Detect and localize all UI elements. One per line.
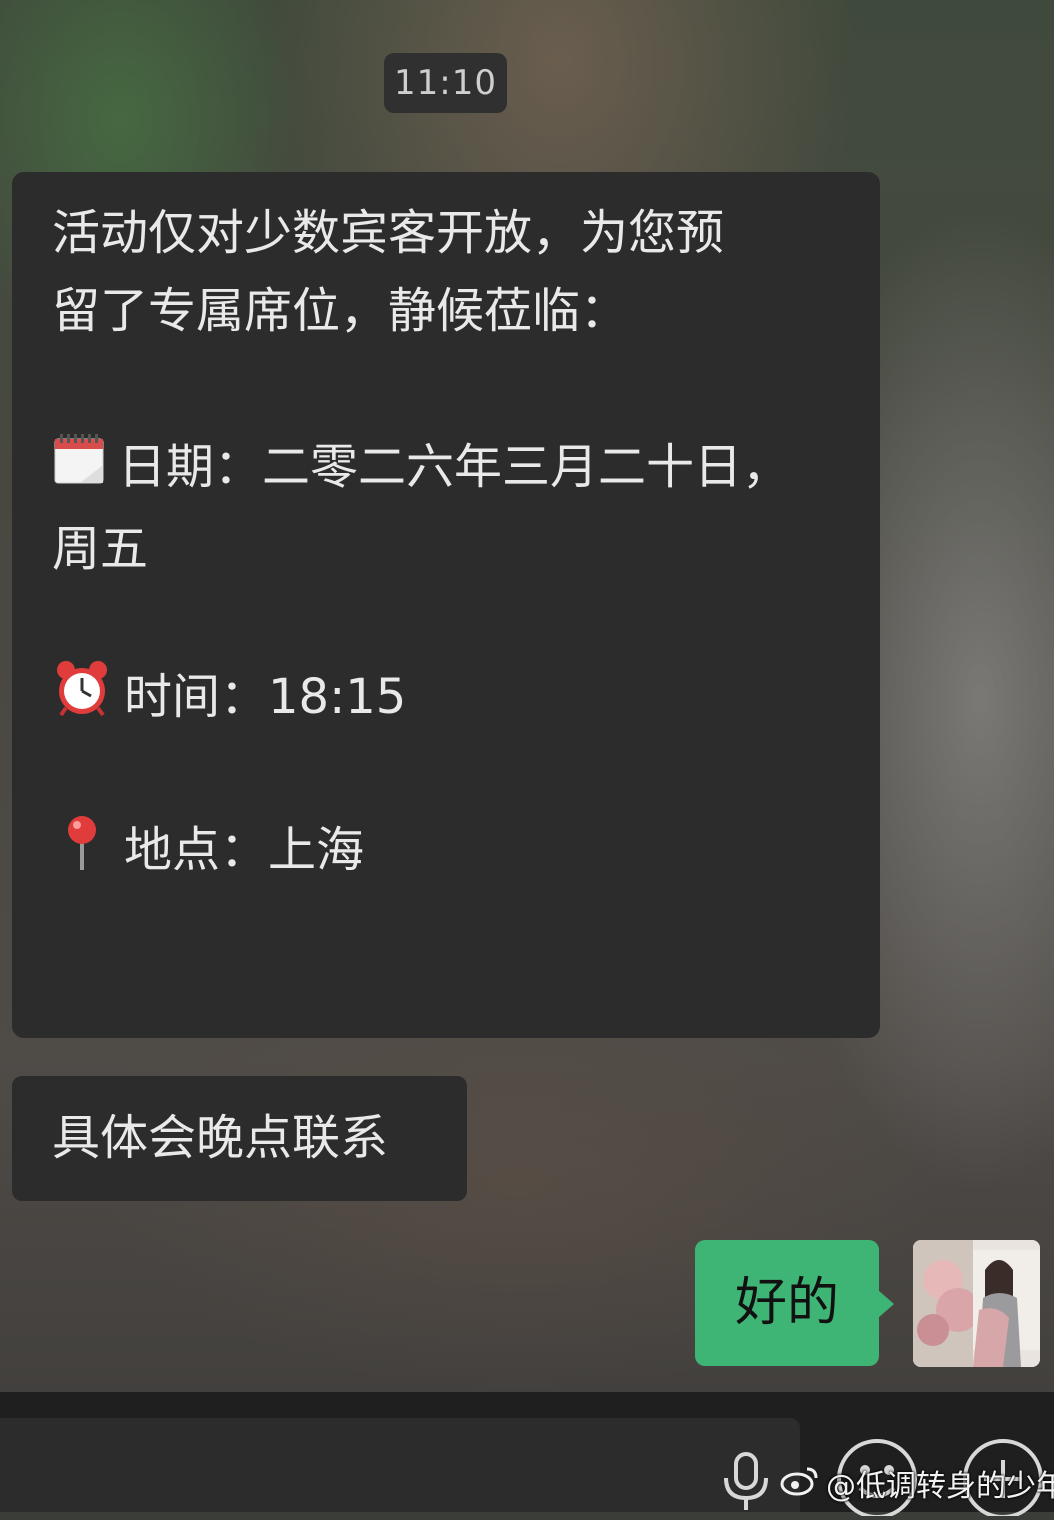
- time-text: 时间：18:15: [124, 668, 407, 725]
- alarm-clock-icon: [52, 658, 112, 741]
- calendar-icon: [52, 431, 106, 510]
- timestamp-label: 11:10: [384, 53, 507, 113]
- weibo-logo-icon: [780, 1463, 820, 1513]
- outgoing-bubble-tail: [878, 1290, 894, 1318]
- incoming-message-followup[interactable]: 具体会晚点联系: [12, 1076, 467, 1201]
- avatar[interactable]: [913, 1240, 1040, 1367]
- invitation-line-2: 留了专属席位，静候莅临：: [52, 283, 629, 339]
- map-pin-icon: [52, 812, 112, 895]
- date-row: 日期：二零二六年三月二十日，: [52, 428, 846, 510]
- invitation-line-1: 活动仅对少数宾客开放，为您预: [52, 205, 725, 261]
- date-text: 日期：二零二六年三月二十日，: [118, 439, 791, 495]
- outgoing-message-reply[interactable]: 好的: [695, 1240, 879, 1366]
- location-row: 地点：上海: [52, 811, 846, 895]
- message-input[interactable]: [0, 1418, 800, 1512]
- watermark: @低调转身的少年: [780, 1462, 1054, 1512]
- weekday-text: 周五: [52, 520, 149, 577]
- location-text: 地点：上海: [124, 822, 365, 878]
- time-row: 时间：18:15: [52, 658, 846, 742]
- watermark-text: @低调转身的少年: [826, 1469, 1054, 1504]
- incoming-message-invitation[interactable]: 活动仅对少数宾客开放，为您预 留了专属席位，静候莅临： 日期：二零二六年三月二十…: [12, 172, 880, 1038]
- microphone-icon[interactable]: [718, 1450, 774, 1516]
